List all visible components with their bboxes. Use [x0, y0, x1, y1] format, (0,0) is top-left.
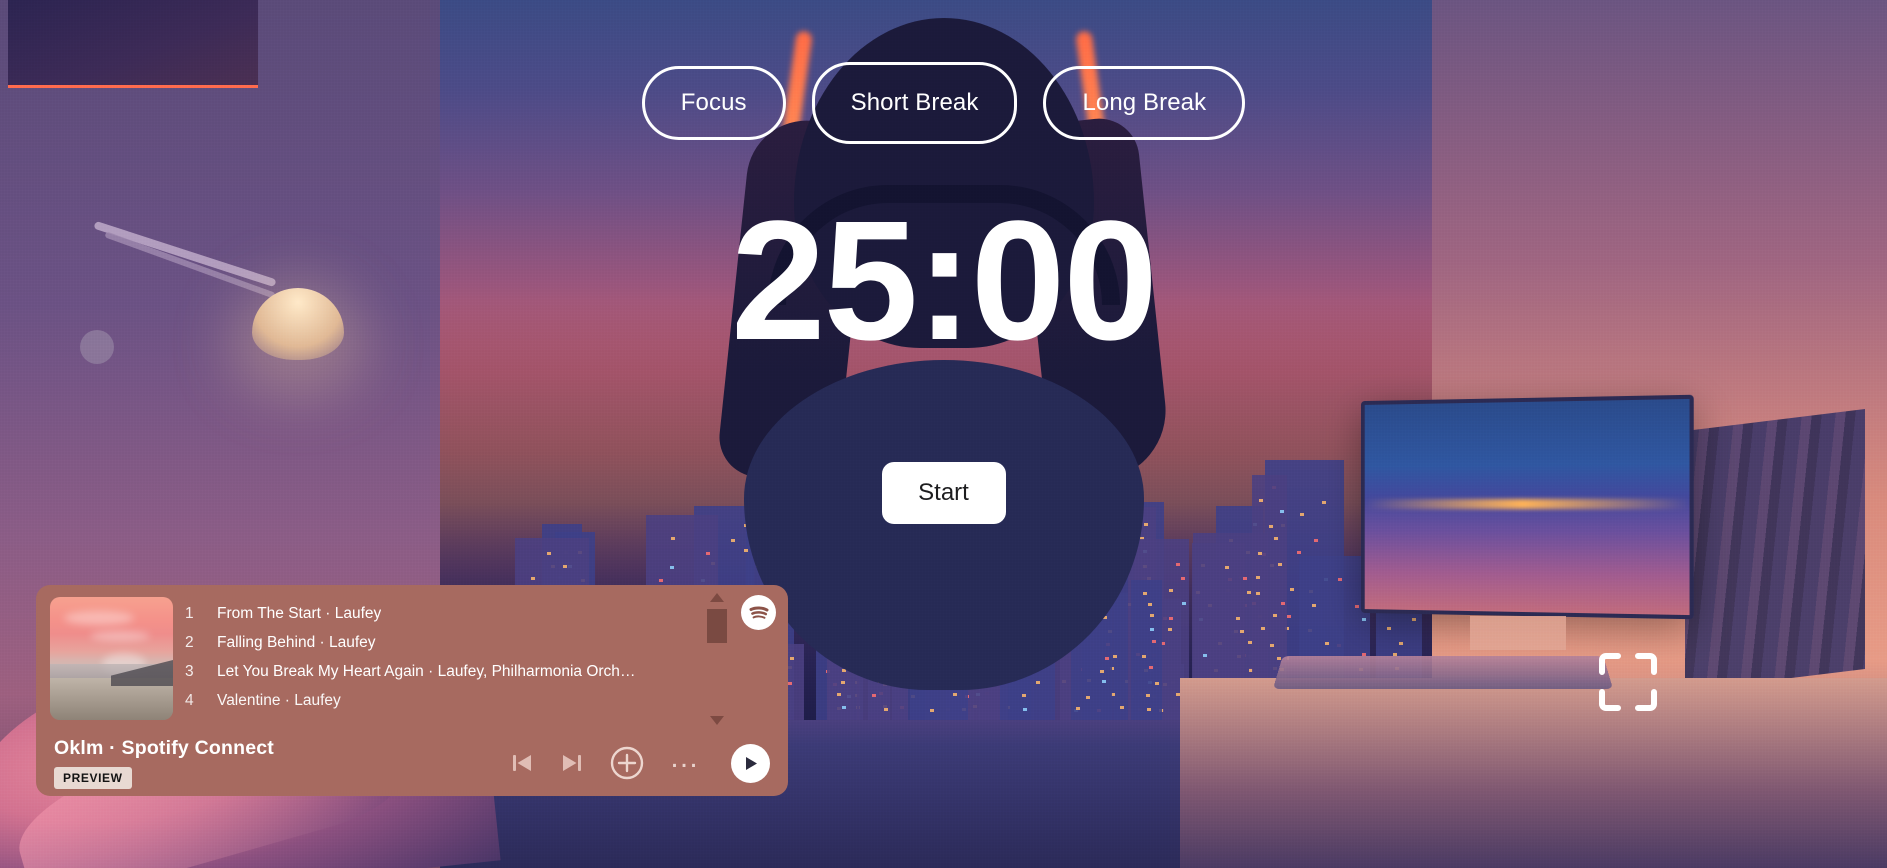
- next-track-icon[interactable]: [559, 750, 585, 776]
- track-title: Falling Behind · Laufey: [217, 633, 376, 651]
- album-artwork: [50, 597, 173, 720]
- scroll-down-arrow-icon[interactable]: [710, 716, 724, 725]
- mode-selector: Focus Short Break Long Break: [0, 62, 1887, 144]
- spotify-playlist-area: 1 From The Start · Laufey 2 Falling Behi…: [36, 585, 788, 728]
- preview-badge: PREVIEW: [54, 767, 132, 789]
- timer-display: 25:00: [731, 186, 1158, 376]
- track-number: 3: [185, 662, 194, 680]
- track-number: 1: [185, 604, 194, 622]
- mode-button-long-break[interactable]: Long Break: [1043, 66, 1246, 140]
- pomodoro-app: Focus Short Break Long Break 25:00 Start: [0, 0, 1887, 868]
- track-number: 4: [185, 691, 194, 709]
- track-title: Let You Break My Heart Again · Laufey, P…: [217, 662, 637, 680]
- playback-controls: …: [509, 743, 770, 783]
- fullscreen-icon[interactable]: [1594, 648, 1662, 716]
- play-button[interactable]: [731, 743, 770, 783]
- track-row[interactable]: 3 Let You Break My Heart Again · Laufey,…: [185, 657, 788, 686]
- spotify-widget[interactable]: 1 From The Start · Laufey 2 Falling Behi…: [36, 585, 788, 796]
- track-list-scrollbar[interactable]: [706, 591, 728, 725]
- track-number: 2: [185, 633, 194, 651]
- device-name: Oklm · Spotify Connect: [54, 737, 274, 759]
- add-to-library-icon[interactable]: [609, 745, 645, 781]
- spotify-player-bar: Oklm · Spotify Connect PREVIEW …: [36, 728, 788, 796]
- mode-button-short-break[interactable]: Short Break: [811, 62, 1018, 144]
- scrollbar-thumb[interactable]: [707, 609, 727, 643]
- track-row[interactable]: 4 Valentine · Laufey: [185, 686, 788, 715]
- spotify-logo-icon[interactable]: [741, 595, 776, 630]
- track-list[interactable]: 1 From The Start · Laufey 2 Falling Behi…: [173, 585, 788, 728]
- track-row[interactable]: 1 From The Start · Laufey: [185, 599, 788, 628]
- scroll-up-arrow-icon[interactable]: [710, 593, 724, 602]
- track-row[interactable]: 2 Falling Behind · Laufey: [185, 628, 788, 657]
- mode-button-focus[interactable]: Focus: [641, 66, 786, 140]
- track-title: Valentine · Laufey: [217, 691, 341, 709]
- start-button[interactable]: Start: [881, 462, 1006, 524]
- device-info: Oklm · Spotify Connect PREVIEW: [54, 737, 274, 789]
- previous-track-icon[interactable]: [509, 750, 535, 776]
- start-button-container: Start: [0, 462, 1887, 524]
- more-options-icon[interactable]: …: [669, 743, 701, 773]
- track-title: From The Start · Laufey: [217, 604, 382, 622]
